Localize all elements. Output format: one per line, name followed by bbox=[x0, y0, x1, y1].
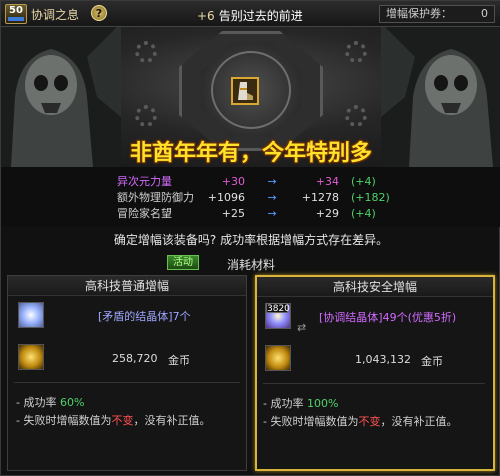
fail-keyword: 不变 bbox=[111, 414, 134, 427]
normal-enhance-panel[interactable]: 高科技普通增幅 [矛盾的结晶体]7个 258,720 金币 - 成功率 60% … bbox=[7, 275, 247, 471]
stat-delta: (+4) bbox=[351, 207, 376, 220]
crystal-icon bbox=[18, 302, 44, 328]
protect-ticket-value: 0 bbox=[481, 7, 488, 20]
tab-event[interactable]: 活动 bbox=[167, 255, 199, 270]
stat-row: 额外物理防御力 +1096 → +1278 (+182) bbox=[1, 191, 500, 205]
item-name: 告别过去的前进 bbox=[218, 9, 303, 23]
materials-label: 消耗材料 bbox=[227, 258, 276, 272]
gold-amount: 1,043,132 bbox=[355, 353, 411, 366]
fail-suffix: ，没有补正值。 bbox=[133, 414, 211, 427]
fail-prefix: 失败时增幅数值为 bbox=[23, 414, 112, 427]
success-rate: 100% bbox=[306, 397, 339, 410]
boot-icon bbox=[233, 79, 257, 103]
skill-level-badge: 50 bbox=[5, 4, 27, 24]
divider bbox=[14, 382, 240, 383]
stat-comparison: 异次元力量 +30 → +34 (+4) 额外物理防御力 +1096 → +12… bbox=[1, 167, 500, 227]
gold-coin-icon bbox=[265, 345, 291, 371]
gold-unit: 金币 bbox=[421, 355, 443, 368]
confirm-text: 确定增幅该装备吗? 成功率根据增幅方式存在差异。 bbox=[113, 233, 389, 247]
stat-label: 额外物理防御力 bbox=[117, 191, 194, 204]
stat-before: +1096 bbox=[207, 191, 245, 204]
stat-before: +25 bbox=[221, 207, 245, 220]
enhance-level: +6 bbox=[197, 9, 215, 23]
fail-rule-line: - 失败时增幅数值为不变，没有补正值。 bbox=[16, 412, 210, 428]
bullet: - bbox=[263, 415, 267, 428]
stat-after: +34 bbox=[315, 175, 339, 188]
gear-icon bbox=[345, 105, 367, 127]
equipment-slot[interactable] bbox=[231, 77, 259, 105]
skill-level: 50 bbox=[9, 5, 23, 16]
material-count-badge: 3820 bbox=[266, 303, 290, 314]
gold-unit: 金币 bbox=[168, 354, 190, 367]
stat-row: 异次元力量 +30 → +34 (+4) bbox=[1, 175, 500, 189]
stat-delta: (+182) bbox=[351, 191, 390, 204]
crystal-icon: 3820 bbox=[265, 303, 291, 329]
success-label: 成功率 bbox=[23, 396, 57, 409]
gear-icon bbox=[135, 105, 157, 127]
stat-label: 冒险家名望 bbox=[117, 207, 172, 220]
success-label: 成功率 bbox=[270, 397, 304, 410]
enhance-title: +6 告别过去的前进 bbox=[197, 7, 303, 24]
enhance-window: 50 协调之息 ? +6 告别过去的前进 增幅保护券： 0 非酋年年有，今年特别… bbox=[0, 0, 500, 476]
swap-icon[interactable]: ⇄ bbox=[297, 321, 306, 334]
protect-ticket-counter: 增幅保护券： 0 bbox=[379, 5, 495, 23]
material-text: [协调结晶体]49个(优惠5折) bbox=[319, 311, 457, 324]
level-bar bbox=[8, 17, 24, 21]
fail-suffix: ，没有补正值。 bbox=[380, 415, 458, 428]
stat-before: +30 bbox=[221, 175, 245, 188]
gear-icon bbox=[135, 41, 157, 63]
panel-title: 高科技普通增幅 bbox=[8, 276, 246, 296]
gold-coin-icon bbox=[18, 344, 44, 370]
banner-text: 非酋年年有，今年特别多 bbox=[129, 141, 372, 166]
protect-ticket-label: 增幅保护券： bbox=[386, 7, 452, 20]
enhance-scene: 非酋年年有，今年特别多 bbox=[1, 27, 500, 167]
title-bar: 50 协调之息 ? +6 告别过去的前进 增幅保护券： 0 bbox=[1, 1, 500, 27]
stat-row: 冒险家名望 +25 → +29 (+4) bbox=[1, 207, 500, 221]
safe-enhance-panel[interactable]: 高科技安全增幅 3820 ⇄ [协调结晶体]49个(优惠5折) 1,043,13… bbox=[255, 275, 495, 471]
stat-after: +29 bbox=[315, 207, 339, 220]
fail-rule-line: - 失败时增幅数值为不变，没有补正值。 bbox=[263, 413, 457, 429]
stat-delta: (+4) bbox=[351, 175, 376, 188]
gear-icon bbox=[345, 41, 367, 63]
fail-prefix: 失败时增幅数值为 bbox=[270, 415, 359, 428]
material-text: [矛盾的结晶体]7个 bbox=[98, 310, 191, 323]
material-tabs: 活动 消耗材料 bbox=[1, 255, 500, 272]
panel-title: 高科技安全增幅 bbox=[257, 277, 493, 297]
stat-label: 异次元力量 bbox=[117, 175, 172, 188]
bullet: - bbox=[16, 414, 20, 427]
fail-keyword: 不变 bbox=[358, 415, 381, 428]
skill-name: 协调之息 bbox=[31, 8, 80, 22]
success-rate-line: - 成功率 100% bbox=[263, 395, 338, 411]
gold-amount: 258,720 bbox=[112, 352, 158, 365]
success-rate-line: - 成功率 60% bbox=[16, 394, 84, 410]
divider bbox=[263, 383, 485, 384]
help-icon[interactable]: ? bbox=[91, 5, 107, 21]
stat-after: +1278 bbox=[301, 191, 339, 204]
bullet: - bbox=[16, 396, 20, 409]
success-rate: 60% bbox=[59, 396, 85, 409]
bullet: - bbox=[263, 397, 267, 410]
